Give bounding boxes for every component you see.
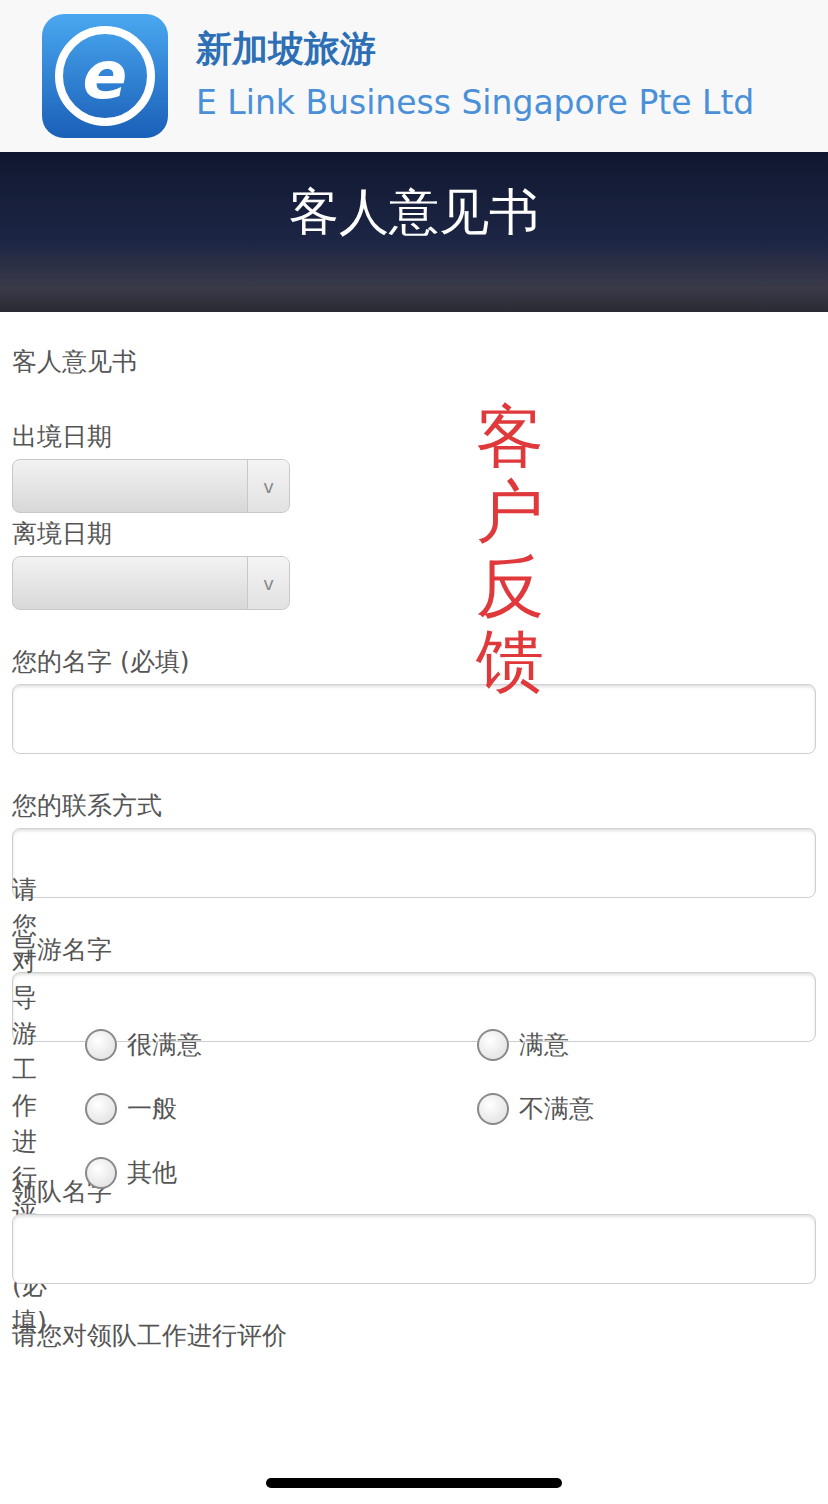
form-field: 出境日期 v — [12, 419, 816, 513]
field-label: 您的联系方式 — [12, 788, 816, 824]
form-field: 请您对导游工作进行评价 (必填)很满意满意一般不满意其他 — [12, 1076, 816, 1140]
radio-group: 很满意 满意一般 不满意其他 — [57, 1013, 828, 1205]
form-field: 领队名字 — [12, 1174, 816, 1284]
field-label: 客人意见书 — [12, 344, 816, 380]
text-input[interactable] — [12, 1214, 816, 1284]
brand: 新加坡旅游 E Link Business Singapore Pte Ltd — [196, 27, 754, 125]
text-input[interactable] — [12, 684, 816, 754]
logo-letter: e — [83, 37, 128, 114]
field-label: 请您对领队工作进行评价 — [12, 1318, 816, 1354]
dropdown-arrow-icon[interactable]: v — [247, 460, 289, 512]
feedback-form: 客人意见书出境日期v离境日期v您的名字 (必填)您的联系方式导游名字请您对导游工… — [0, 312, 828, 1354]
radio-option[interactable]: 一般 — [85, 1077, 477, 1141]
radio-label: 不满意 — [519, 1090, 594, 1128]
radio-label: 其他 — [127, 1154, 177, 1192]
form-field: 客人意见书 — [12, 344, 816, 380]
date-select[interactable]: v — [12, 556, 290, 610]
form-field: 请您对领队工作进行评价 — [12, 1318, 816, 1354]
radio-button[interactable] — [85, 1029, 117, 1061]
select-value — [13, 557, 247, 609]
brand-subtitle: E Link Business Singapore Pte Ltd — [196, 81, 754, 125]
radio-option[interactable]: 很满意 — [85, 1013, 477, 1077]
radio-option[interactable]: 不满意 — [477, 1077, 828, 1141]
banner: 客人意见书 — [0, 152, 828, 312]
banner-title: 客人意见书 — [0, 180, 828, 244]
field-label: 离境日期 — [12, 516, 816, 552]
radio-button[interactable] — [85, 1157, 117, 1189]
dropdown-arrow-icon[interactable]: v — [247, 557, 289, 609]
page-header: e 新加坡旅游 E Link Business Singapore Pte Ltd — [0, 0, 828, 152]
radio-button[interactable] — [477, 1029, 509, 1061]
field-label: 出境日期 — [12, 419, 816, 455]
watermark: 客户反馈 — [476, 400, 544, 699]
select-value — [13, 460, 247, 512]
radio-button[interactable] — [85, 1093, 117, 1125]
radio-label: 一般 — [127, 1090, 177, 1128]
form-field: 您的联系方式 — [12, 788, 816, 898]
radio-option[interactable]: 其他 — [85, 1141, 477, 1205]
field-label: 导游名字 — [12, 932, 816, 968]
radio-option[interactable]: 满意 — [477, 1013, 828, 1077]
text-input[interactable] — [12, 828, 816, 898]
form-field: 离境日期 v — [12, 516, 816, 610]
field-label: 您的名字 (必填) — [12, 644, 816, 680]
radio-button[interactable] — [477, 1093, 509, 1125]
logo-icon: e — [42, 14, 168, 138]
radio-label: 很满意 — [127, 1026, 202, 1064]
radio-label: 满意 — [519, 1026, 569, 1064]
form-field: 导游名字 — [12, 932, 816, 1042]
home-indicator — [266, 1478, 562, 1488]
brand-title: 新加坡旅游 — [196, 27, 754, 71]
date-select[interactable]: v — [12, 459, 290, 513]
form-field: 您的名字 (必填) — [12, 644, 816, 754]
